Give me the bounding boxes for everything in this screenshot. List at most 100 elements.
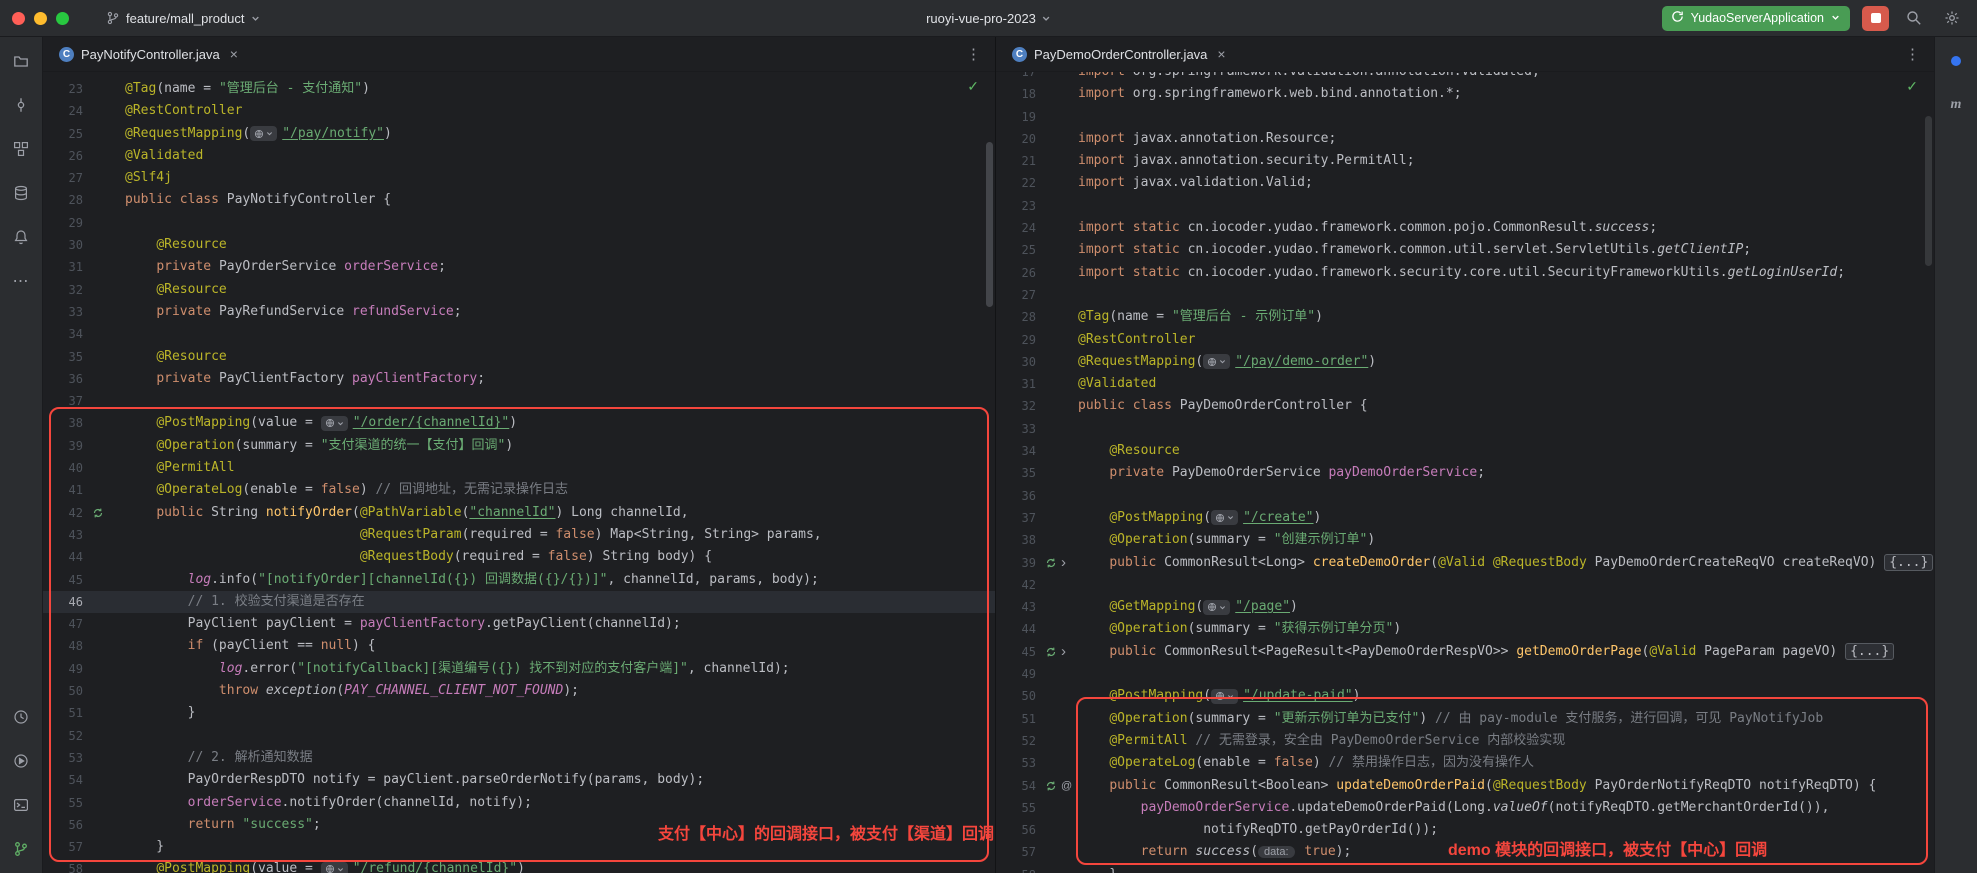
line-number[interactable]: 26 (996, 262, 1042, 284)
close-tab-icon[interactable]: × (1217, 46, 1225, 62)
line-number[interactable]: 57 (43, 836, 89, 858)
line-number[interactable]: 29 (43, 212, 89, 234)
code-line[interactable]: 30@RequestMapping("/pay/demo-order") (996, 351, 1934, 373)
tool-git-button[interactable] (7, 835, 35, 863)
close-window-button[interactable] (12, 12, 25, 25)
code-line[interactable]: 35 private PayDemoOrderService payDemoOr… (996, 462, 1934, 484)
line-number[interactable]: 32 (996, 395, 1042, 417)
at-gutter-icon[interactable]: @ (1061, 775, 1072, 797)
line-number[interactable]: 56 (996, 819, 1042, 841)
tool-project-button[interactable] (7, 47, 35, 75)
code-line[interactable]: 31@Validated (996, 373, 1934, 395)
line-number[interactable]: 50 (996, 685, 1042, 707)
line-number[interactable]: 18 (996, 83, 1042, 105)
code-line[interactable]: 23@Tag(name = "管理后台 - 支付通知") (43, 78, 995, 100)
code-line[interactable]: 27@Slf4j (43, 167, 995, 189)
code-line[interactable]: 31 private PayOrderService orderService; (43, 256, 995, 278)
code-line[interactable]: 52 (43, 725, 995, 747)
git-branch-widget[interactable]: feature/mall_product (97, 7, 269, 30)
code-line[interactable]: 39 @Operation(summary = "支付渠道的统一【支付】回调") (43, 435, 995, 457)
project-selector[interactable]: ruoyi-vue-pro-2023 (926, 11, 1051, 26)
line-number[interactable]: 44 (996, 618, 1042, 640)
code-line[interactable]: 32 @Resource (43, 279, 995, 301)
mapping-gutter-icon[interactable] (1045, 646, 1057, 658)
line-number[interactable]: 42 (996, 574, 1042, 596)
code-line[interactable]: 40 @PermitAll (43, 457, 995, 479)
code-line[interactable]: 55 payDemoOrderService.updateDemoOrderPa… (996, 797, 1934, 819)
code-line[interactable]: 35 @Resource (43, 346, 995, 368)
code-line[interactable]: 37 @PostMapping("/create") (996, 507, 1934, 529)
fold-gutter-icon[interactable]: › (1061, 552, 1066, 574)
folded-code-chip[interactable]: {...} (1845, 643, 1894, 660)
code-line[interactable]: 48 if (payClient == null) { (43, 635, 995, 657)
code-line[interactable]: 41 @OperateLog(enable = false) // 回调地址，无… (43, 479, 995, 501)
tool-commit-button[interactable] (7, 91, 35, 119)
line-number[interactable]: 53 (43, 747, 89, 769)
line-number[interactable]: 45 (996, 641, 1042, 663)
code-line[interactable]: 33 (996, 418, 1934, 440)
code-line[interactable]: 42 (996, 574, 1934, 596)
inspections-status-icon[interactable]: ✓ (1906, 78, 1918, 95)
line-number[interactable]: 38 (996, 529, 1042, 551)
settings-button[interactable] (1939, 5, 1965, 31)
line-number[interactable]: 42 (43, 502, 89, 524)
code-line[interactable]: 28public class PayNotifyController { (43, 189, 995, 211)
line-number[interactable]: 43 (43, 524, 89, 546)
url-inlay-icon[interactable] (321, 416, 348, 431)
line-number[interactable]: 55 (43, 792, 89, 814)
tab-paynotifycontroller[interactable]: C PayNotifyController.java × (49, 37, 248, 71)
scrollbar-thumb[interactable] (1925, 116, 1932, 266)
code-line[interactable]: 49 (996, 663, 1934, 685)
code-line[interactable]: 21import javax.annotation.security.Permi… (996, 150, 1934, 172)
line-number[interactable]: 25 (43, 123, 89, 145)
code-line[interactable]: 51 } (43, 702, 995, 724)
line-number[interactable]: 35 (996, 462, 1042, 484)
code-line[interactable]: 53 // 2. 解析通知数据 (43, 747, 995, 769)
code-line[interactable]: 26import static cn.iocoder.yudao.framewo… (996, 262, 1934, 284)
code-line[interactable]: 29 (43, 212, 995, 234)
tool-database-button[interactable] (7, 179, 35, 207)
line-number[interactable]: 39 (996, 552, 1042, 574)
line-number[interactable]: 23 (996, 195, 1042, 217)
inspections-status-icon[interactable]: ✓ (967, 78, 979, 95)
code-line[interactable]: 24import static cn.iocoder.yudao.framewo… (996, 217, 1934, 239)
url-inlay-icon[interactable] (1211, 510, 1238, 525)
line-number[interactable]: 54 (43, 769, 89, 791)
url-inlay-icon[interactable] (321, 862, 348, 873)
code-line[interactable]: 52 @PermitAll // 无需登录，安全由 PayDemoOrderSe… (996, 730, 1934, 752)
code-line[interactable]: 44 @RequestBody(required = false) String… (43, 546, 995, 568)
code-line[interactable]: 24@RestController (43, 100, 995, 122)
code-line[interactable]: 43 @GetMapping("/page") (996, 596, 1934, 618)
tool-maven-button[interactable]: m (1942, 91, 1970, 119)
line-number[interactable]: 25 (996, 239, 1042, 261)
code-line[interactable]: 55 orderService.notifyOrder(channelId, n… (43, 792, 995, 814)
line-number[interactable]: 19 (996, 106, 1042, 128)
tab-paydemoordercontroller[interactable]: C PayDemoOrderController.java × (1002, 37, 1236, 71)
code-line[interactable]: 39› public CommonResult<Long> createDemo… (996, 552, 1934, 574)
stop-button[interactable] (1862, 6, 1889, 31)
code-line[interactable]: 28@Tag(name = "管理后台 - 示例订单") (996, 306, 1934, 328)
line-number[interactable]: 56 (43, 814, 89, 836)
mapping-gutter-icon[interactable] (1045, 557, 1057, 569)
line-number[interactable]: 26 (43, 145, 89, 167)
line-number[interactable]: 33 (43, 301, 89, 323)
line-number[interactable]: 34 (996, 440, 1042, 462)
code-line[interactable]: 53 @OperateLog(enable = false) // 禁用操作日志… (996, 752, 1934, 774)
code-line[interactable]: 23 (996, 195, 1934, 217)
zoom-window-button[interactable] (56, 12, 69, 25)
code-line[interactable]: 26@Validated (43, 145, 995, 167)
minimize-window-button[interactable] (34, 12, 47, 25)
code-editor-right[interactable]: 17import org.springframework.validation.… (996, 72, 1934, 873)
line-number[interactable]: 43 (996, 596, 1042, 618)
line-number[interactable]: 32 (43, 279, 89, 301)
tool-structure-button[interactable] (7, 135, 35, 163)
line-number[interactable]: 58 (996, 864, 1042, 873)
close-tab-icon[interactable]: × (230, 46, 238, 62)
line-number[interactable]: 33 (996, 418, 1042, 440)
line-number[interactable]: 58 (43, 858, 89, 873)
line-number[interactable]: 51 (43, 702, 89, 724)
code-line[interactable]: 54@ public CommonResult<Boolean> updateD… (996, 775, 1934, 797)
code-line[interactable]: 20import javax.annotation.Resource; (996, 128, 1934, 150)
code-line[interactable]: 54 PayOrderRespDTO notify = payClient.pa… (43, 769, 995, 791)
code-line[interactable]: 18import org.springframework.web.bind.an… (996, 83, 1934, 105)
